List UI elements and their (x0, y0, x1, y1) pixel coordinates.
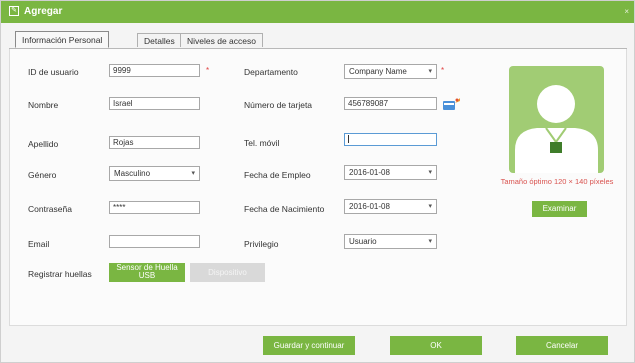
card-number-label: Número de tarjeta (244, 100, 313, 110)
user-id-required-mark: * (206, 66, 210, 75)
last-name-input[interactable]: Rojas (109, 136, 200, 149)
chevron-down-icon: ▾ (428, 203, 432, 210)
title-bar[interactable]: ✎ Agregar × (1, 1, 634, 23)
chevron-down-icon: ▾ (428, 169, 432, 176)
birth-date-picker[interactable]: 2016-01-08 ▾ (344, 199, 437, 214)
gender-select[interactable]: Masculino ▾ (109, 166, 200, 181)
save-and-continue-button[interactable]: Guardar y continuar (263, 336, 355, 355)
usb-fingerprint-button[interactable]: Sensor de Huella USB (109, 263, 185, 282)
birth-date-value: 2016-01-08 (349, 202, 390, 211)
add-user-dialog: ✎ Agregar × Información Personal Detalle… (0, 0, 635, 363)
first-name-label: Nombre (28, 100, 59, 110)
gender-value: Masculino (114, 169, 151, 178)
hire-date-value: 2016-01-08 (349, 168, 390, 177)
email-label: Email (28, 239, 50, 249)
first-name-input[interactable]: Israel (109, 97, 200, 110)
last-name-label: Apellido (28, 139, 59, 149)
tab-bar: Información Personal Detalles Niveles de… (9, 30, 627, 49)
photo-size-hint: Tamaño óptimo 120 × 140 píxeles (500, 177, 614, 186)
card-reader-icon[interactable] (441, 97, 461, 111)
department-value: Company Name (349, 67, 407, 76)
cancel-button[interactable]: Cancelar (516, 336, 608, 355)
birth-date-label: Fecha de Nacimiento (244, 204, 325, 214)
mobile-label: Tel. móvil (244, 138, 280, 148)
device-button[interactable]: Dispositivo (190, 263, 265, 282)
password-input[interactable]: **** (109, 201, 200, 214)
fingerprint-label: Registrar huellas (28, 269, 92, 279)
add-user-icon: ✎ (9, 6, 19, 16)
privilege-value: Usuario (349, 237, 377, 246)
user-avatar-icon (515, 85, 598, 173)
chevron-down-icon: ▾ (428, 68, 432, 75)
department-label: Departamento (244, 67, 298, 77)
gender-label: Género (28, 170, 57, 180)
privilege-label: Privilegio (244, 239, 279, 249)
password-label: Contraseña (28, 204, 72, 214)
user-id-label: ID de usuario (28, 67, 79, 77)
tab-access-levels[interactable]: Niveles de acceso (180, 33, 263, 47)
mobile-input[interactable] (344, 133, 437, 146)
department-select[interactable]: Company Name ▾ (344, 64, 437, 79)
email-input[interactable] (109, 235, 200, 248)
privilege-select[interactable]: Usuario ▾ (344, 234, 437, 249)
usb-fingerprint-line2: USB (138, 271, 156, 280)
ok-button[interactable]: OK (390, 336, 482, 355)
department-required-mark: * (441, 66, 445, 75)
hire-date-picker[interactable]: 2016-01-08 ▾ (344, 165, 437, 180)
card-number-input[interactable]: 456789087 (344, 97, 437, 110)
user-id-input[interactable]: 9999 (109, 64, 200, 77)
chevron-down-icon: ▾ (428, 238, 432, 245)
close-icon[interactable]: × (624, 7, 629, 16)
window-title: Agregar (24, 6, 63, 17)
user-photo-placeholder (509, 66, 604, 173)
chevron-down-icon: ▾ (191, 170, 195, 177)
tab-details[interactable]: Detalles (137, 33, 182, 47)
tab-personal-info[interactable]: Información Personal (15, 31, 110, 48)
text-caret (348, 135, 349, 143)
browse-photo-button[interactable]: Examinar (532, 201, 587, 217)
hire-date-label: Fecha de Empleo (244, 170, 311, 180)
